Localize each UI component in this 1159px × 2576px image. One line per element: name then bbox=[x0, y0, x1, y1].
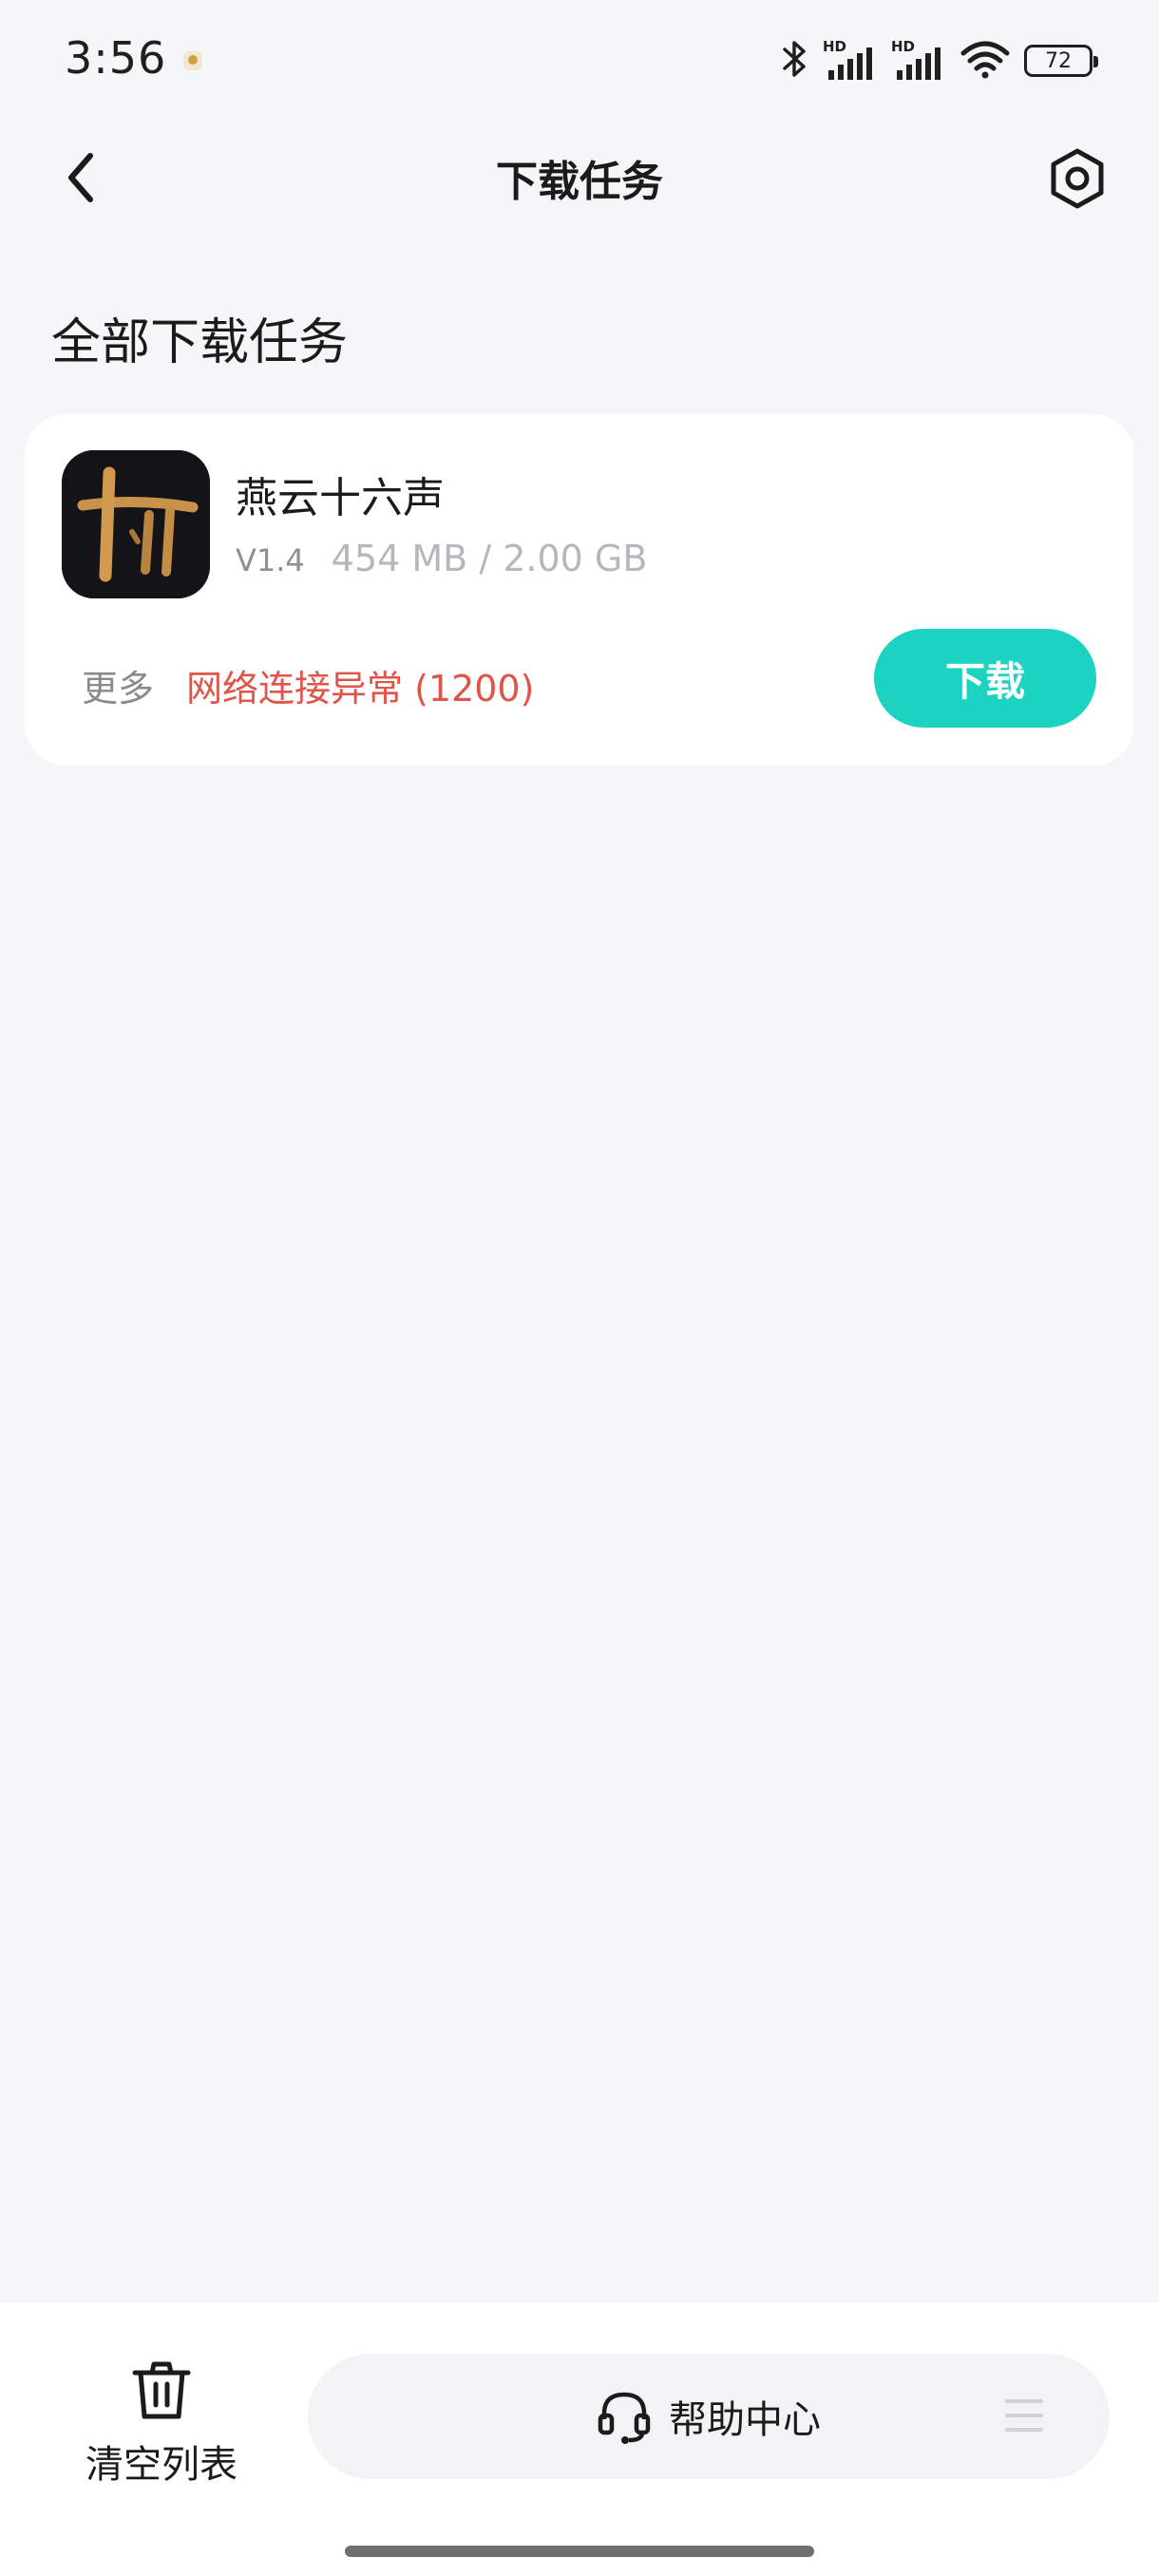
status-time: 3:56 bbox=[65, 32, 167, 84]
signal-icon: HD bbox=[823, 38, 878, 84]
app-version: V1.4 bbox=[236, 542, 305, 578]
app-name: 燕云十六声 bbox=[236, 474, 445, 522]
settings-button[interactable] bbox=[1043, 144, 1112, 213]
status-icons: HD HD 72 bbox=[781, 32, 1098, 89]
download-button[interactable]: 下载 bbox=[874, 629, 1096, 728]
menu-icon[interactable] bbox=[1005, 2399, 1043, 2434]
wifi-icon bbox=[960, 38, 1011, 84]
status-bar: 3:56 HD HD 72 bbox=[0, 0, 1159, 119]
section-title: 全部下载任务 bbox=[51, 314, 349, 371]
signal-icon: HD bbox=[891, 38, 946, 84]
bottom-bar: 清空列表 帮助中心 bbox=[0, 2302, 1159, 2576]
app-icon[interactable] bbox=[62, 450, 210, 598]
hexagon-settings-icon bbox=[1051, 148, 1104, 209]
help-center-label: 帮助中心 bbox=[669, 2398, 821, 2442]
trash-icon bbox=[132, 2361, 191, 2419]
error-message: 网络连接异常 (1200) bbox=[186, 668, 535, 710]
battery-level: 72 bbox=[1045, 48, 1072, 73]
help-center-button[interactable]: 帮助中心 bbox=[308, 2354, 1110, 2479]
download-progress-size: 454 MB / 2.00 GB bbox=[331, 538, 648, 579]
download-task-card: 燕云十六声 V1.4 454 MB / 2.00 GB 更多 网络连接异常 (1… bbox=[25, 414, 1134, 766]
home-indicator[interactable] bbox=[345, 2546, 814, 2557]
notification-icon bbox=[183, 51, 202, 70]
clear-list-button[interactable]: 清空列表 bbox=[66, 2359, 256, 2487]
bluetooth-icon bbox=[781, 38, 809, 84]
clear-list-label: 清空列表 bbox=[86, 2443, 238, 2487]
headset-icon bbox=[598, 2392, 651, 2444]
battery-icon: 72 bbox=[1024, 45, 1098, 77]
page-title: 下载任务 bbox=[496, 158, 663, 206]
more-button[interactable]: 更多 bbox=[82, 659, 154, 711]
app-meta: V1.4 454 MB / 2.00 GB bbox=[236, 538, 647, 579]
